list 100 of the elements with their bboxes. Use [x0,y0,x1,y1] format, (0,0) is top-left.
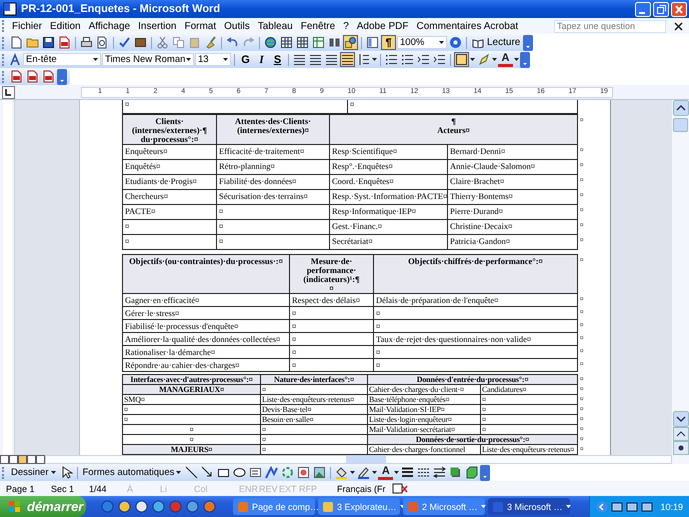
highlighter-icon[interactable] [477,53,490,66]
style-field[interactable]: En-tête [23,53,101,66]
quick-launch-icon[interactable] [152,500,165,513]
rectangle-icon[interactable] [217,466,230,479]
dropdown-caret-icon[interactable] [439,41,444,44]
picture-icon[interactable] [313,466,326,479]
columns-icon[interactable] [328,36,341,49]
text-box-icon[interactable] [249,466,262,479]
toolbar-options-icon[interactable] [480,464,490,480]
scroll-thumb[interactable] [673,118,688,132]
print-preview-icon[interactable] [96,36,109,49]
format-painter-icon[interactable] [204,36,217,49]
browse-object-icon[interactable] [672,441,688,455]
dropdown-caret-icon[interactable] [514,58,519,61]
normal-view-icon[interactable] [0,455,9,464]
vertical-scrollbar[interactable] [672,100,689,455]
new-document-icon[interactable] [10,36,23,49]
decrease-indent-icon[interactable] [417,53,430,66]
undo-icon[interactable] [226,36,239,49]
increase-indent-icon[interactable] [433,53,446,66]
taskbar-button[interactable]: 3 Explorateu… [318,498,400,515]
scroll-up-icon[interactable] [672,100,688,116]
dropdown-caret-icon[interactable] [186,58,191,61]
quick-launch-icon[interactable] [186,500,199,513]
menu-item[interactable]: Format [180,20,220,32]
print-icon[interactable] [80,36,93,49]
close-document-icon[interactable] [674,22,683,30]
spreadsheet-icon[interactable] [312,36,325,49]
bold-button[interactable]: G [238,52,253,67]
menu-item[interactable]: Edition [46,20,85,32]
draw-menu-button[interactable]: Dessiner [9,465,58,480]
toolbar-options-icon[interactable] [523,34,534,50]
tables-borders-icon[interactable] [280,36,293,49]
pdf-mail-icon[interactable] [42,70,55,83]
dropdown-caret-icon[interactable] [223,58,228,61]
borders-icon[interactable] [455,53,468,66]
font-color-button[interactable]: A [498,52,513,67]
shadow-icon[interactable] [449,466,462,479]
menu-item[interactable]: Tableau [254,20,297,32]
minimize-icon[interactable] [635,2,651,16]
italic-button[interactable]: I [254,52,269,67]
underline-button[interactable]: S [270,52,285,67]
menu-item[interactable]: Fichier [8,20,46,32]
align-right-icon[interactable] [325,53,338,66]
reading-view-icon[interactable] [36,455,45,464]
clip-art-icon[interactable] [297,466,310,479]
diagram-icon[interactable] [281,466,294,479]
line-spacing-icon[interactable] [357,53,370,66]
align-center-icon[interactable] [309,53,322,66]
spelling-check-icon[interactable] [118,36,131,49]
toolbar-options-icon[interactable] [520,52,530,68]
dropdown-caret-icon[interactable] [394,471,400,474]
font-field[interactable]: Times New Roman [102,53,194,66]
insert-table-icon[interactable] [296,36,309,49]
pdf-document-icon[interactable] [10,70,23,83]
taskbar-button[interactable]: 2 Microsoft … [403,498,485,515]
zoom-field[interactable]: 100% [397,36,447,49]
pdf-document-icon[interactable] [26,70,39,83]
print-view-icon[interactable] [18,455,27,464]
scroll-down-icon[interactable] [672,411,688,427]
menu-item[interactable]: ? [339,20,353,32]
copy-icon[interactable] [172,36,185,49]
horizontal-scrollbar[interactable] [45,455,672,464]
menu-item[interactable]: Insertion [134,20,180,32]
menu-item[interactable]: Commentaires Acrobat [412,20,522,32]
quick-launch-icon[interactable] [203,500,216,513]
menu-item[interactable]: Fenêtre [296,20,340,32]
dropdown-caret-icon[interactable] [372,471,378,474]
document-map-icon[interactable] [366,36,379,49]
dropdown-caret-icon[interactable] [470,58,475,61]
dropdown-caret-icon[interactable] [492,58,497,61]
arrow-style-icon[interactable] [433,466,446,479]
outline-view-icon[interactable] [27,455,36,464]
menu-item[interactable]: Affichage [84,20,134,32]
line-icon[interactable] [185,466,198,479]
quick-launch-icon[interactable] [135,500,148,513]
taskbar-button[interactable]: 3 Microsoft … [488,498,570,515]
wordart-icon[interactable] [265,466,278,479]
font-size-field[interactable]: 13 [195,53,231,66]
restore-icon[interactable] [653,2,669,16]
dropdown-caret-icon[interactable] [50,471,56,474]
toolbar-options-icon[interactable] [57,68,67,84]
line-color-icon[interactable] [357,466,370,479]
dropdown-caret-icon[interactable] [350,471,356,474]
quick-launch-icon[interactable] [118,500,131,513]
dropdown-caret-icon[interactable] [372,58,377,61]
cut-icon[interactable] [156,36,169,49]
line-style-icon[interactable] [401,466,414,479]
justify-icon[interactable] [341,53,354,66]
select-pointer-icon[interactable] [60,466,72,479]
menu-item[interactable]: Outils [220,20,254,32]
menu-item[interactable]: Adobe PDF [352,20,412,32]
close-icon[interactable] [671,2,687,16]
drawing-shapes-icon[interactable] [344,36,357,49]
bullets-icon[interactable] [401,53,414,66]
fill-color-icon[interactable] [335,466,348,479]
dropdown-caret-icon[interactable] [93,58,98,61]
dropdown-caret-icon[interactable] [176,471,182,474]
previous-page-icon[interactable] [672,427,688,441]
autoshapes-menu-button[interactable]: Formes automatiques [80,465,184,480]
